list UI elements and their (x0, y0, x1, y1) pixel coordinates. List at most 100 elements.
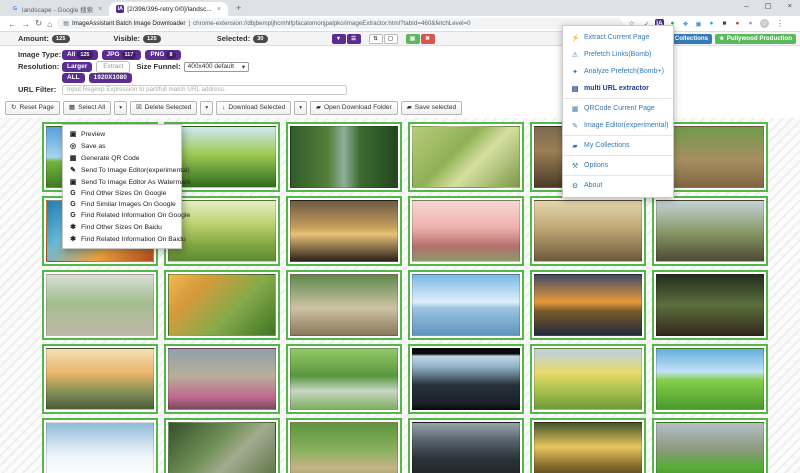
select-all-button-caret[interactable]: ▾ (114, 101, 127, 115)
thumb-golden-pond-sunset[interactable] (530, 418, 646, 473)
profile-avatar[interactable]: ☺ (760, 19, 769, 28)
thumb-rolling-green-hills-image (168, 200, 276, 262)
size-funnel-select[interactable]: 400x400 default ▾ (184, 62, 250, 72)
select-all-button[interactable]: ▦Select All (63, 101, 111, 115)
thumb-snowy-peaks[interactable] (42, 418, 158, 473)
context-menu-item-send-as-watermark[interactable]: ▣Send To Image Editor As Watermark (63, 176, 181, 188)
close-window-button[interactable]: × (788, 1, 792, 10)
forward-icon[interactable]: → (22, 19, 31, 29)
context-menu-item-find-similar-images-google[interactable]: GFind Similar Images On Google (63, 199, 181, 210)
thumb-pink-mountain[interactable] (408, 196, 524, 266)
browser-tab-2[interactable]: IA[2/396/396-retry:0/0]/landsc...× (109, 2, 228, 16)
image-type-jpg-button[interactable]: JPG117 (102, 50, 142, 60)
extract-button[interactable]: Extract (96, 61, 130, 73)
thumb-eucalyptus-grove[interactable] (652, 196, 768, 266)
thumb-aerial-farmland[interactable] (408, 122, 524, 192)
menu-item-qrcode-current-page[interactable]: ▦QRCode Current Page (563, 100, 673, 117)
new-tab-button[interactable]: + (236, 3, 241, 13)
ext-blue-shapes-icon[interactable]: ❖ (681, 19, 690, 28)
resolution-all-button[interactable]: ALL (62, 73, 85, 83)
my-collections-icon: ▰ (571, 142, 579, 150)
delete-selected-button[interactable]: ☒Delete Selected (130, 101, 197, 115)
download-selected-button[interactable]: ↓Download Selected (216, 101, 291, 115)
ext-dark-icon[interactable]: ■ (720, 19, 729, 28)
ext-bird-icon[interactable]: ● (707, 19, 716, 28)
show-images-button[interactable]: ▣ (406, 34, 420, 44)
thumb-mountain-lake-mirror[interactable] (408, 270, 524, 340)
image-type-all-button[interactable]: All125 (62, 50, 98, 60)
sort-toggle-icon[interactable]: ⇅ (369, 34, 383, 44)
thumb-shrub-lined-path[interactable] (286, 418, 402, 473)
thumb-night-pergola-garden[interactable] (652, 270, 768, 340)
menu-item-about[interactable]: ⚙About (563, 177, 673, 194)
thumb-rope-bridge-sunrise[interactable] (42, 344, 158, 414)
context-menu-item-send-to-image-editor[interactable]: ✎Send To Image Editor(experimental) (63, 164, 181, 176)
tab-close-icon[interactable]: × (217, 6, 221, 13)
image-type-png-button[interactable]: PNG8 (145, 50, 180, 60)
reset-page-button[interactable]: ↻Reset Page (5, 101, 60, 115)
context-menu-item-generate-qr-code[interactable]: ▦Generate QR Code (63, 152, 181, 164)
larger-button[interactable]: Larger (62, 62, 92, 72)
thumb-stone-stairs-garden[interactable] (286, 270, 402, 340)
thumb-wildflower-stream[interactable] (164, 344, 280, 414)
thumb-sunset-lake-silhouette[interactable] (286, 196, 402, 266)
ext-photo-icon[interactable]: ▣ (694, 19, 703, 28)
maximize-button[interactable]: ▢ (765, 1, 772, 10)
close-panel-button[interactable]: ✖ (421, 34, 435, 44)
menu-item-extract-current-page[interactable]: ⚡Extract Current Page (563, 29, 673, 46)
page-url: chrome-extension://dbjbempljhcmhlfpfacal… (193, 20, 471, 27)
thumb-dusk-lake-reflection[interactable] (530, 270, 646, 340)
thumb-front-yard-lawn[interactable] (652, 418, 768, 473)
menu-item-options[interactable]: ⚒Options (563, 157, 673, 174)
reset-page-button-icon: ↻ (11, 104, 16, 112)
menu-item-multi-url-extractor[interactable]: ▤multi URL extractor (563, 80, 673, 97)
context-menu-item-find-other-sizes-google[interactable]: GFind Other Sizes On Google (63, 188, 181, 199)
thumb-dark-mountain-ridge[interactable] (408, 344, 524, 414)
ext-red-dot-icon[interactable]: ● (733, 19, 742, 28)
menu-item-image-editor[interactable]: ✎Image Editor(experimental) (563, 117, 673, 134)
visible-label: Visible: (114, 34, 141, 43)
open-download-folder-button[interactable]: ▰Open Download Folder (310, 101, 398, 115)
thumb-wildflower-stream-image (168, 348, 276, 410)
resolution-1920x1080-button[interactable]: 1920X1080 (89, 73, 132, 83)
type-count-badge: 117 (122, 51, 137, 59)
context-menu-item-preview[interactable]: ▣Preview (63, 128, 181, 140)
context-menu-item-find-related-info-google[interactable]: GFind Related Information On Google (63, 210, 181, 221)
menu-item-my-collections[interactable]: ▰My Collections (563, 137, 673, 154)
thumb-golden-meadow-hills[interactable] (530, 344, 646, 414)
filter-icon[interactable]: ▼ (332, 34, 346, 44)
context-menu-item-find-other-sizes-baidu[interactable]: ✱Find Other Sizes On Baidu (63, 221, 181, 233)
selected-label: Selected: (217, 34, 250, 43)
delete-selected-button-caret[interactable]: ▾ (200, 101, 213, 115)
browser-tab-1[interactable]: Glandscape - Google 搜索× (4, 2, 109, 16)
context-menu-item-find-related-info-baidu[interactable]: ✱Find Related Information On Baidu (63, 233, 181, 245)
save-selected-button[interactable]: ▰Save selected (401, 101, 462, 115)
omnibox[interactable]: ▤ ImageAssistant Batch Image Downloader … (57, 18, 623, 29)
thumb-aerial-courtyard-garden-image (168, 422, 276, 473)
thumb-forest-flagstone-path[interactable] (286, 344, 402, 414)
thumb-sunrise-garden-path[interactable] (164, 270, 280, 340)
menu-item-analyze-prefetch[interactable]: ✦Analyze Prefetch(Bomb+) (563, 63, 673, 80)
back-icon[interactable]: ← (8, 19, 17, 29)
find-other-sizes-baidu-icon: ✱ (69, 223, 77, 231)
minimize-button[interactable]: – (744, 1, 748, 10)
menu-item-label: QRCode Current Page (584, 105, 655, 112)
context-menu-item-save-as[interactable]: ◎Save as (63, 140, 181, 152)
reload-icon[interactable]: ↻ (35, 18, 42, 29)
list-view-icon[interactable]: ☰ (347, 34, 361, 44)
thumb-green-pasture-blue-sky[interactable] (652, 344, 768, 414)
thumb-canyon-waterfall[interactable] (408, 418, 524, 473)
tab-close-icon[interactable]: × (98, 6, 102, 13)
thumb-misty-valley-sunrise[interactable] (530, 196, 646, 266)
thumb-forest-stream[interactable] (286, 122, 402, 192)
home-icon[interactable]: ⌂ (47, 19, 52, 29)
ext-gray-dot-icon[interactable]: ● (746, 19, 755, 28)
download-selected-button-caret[interactable]: ▾ (294, 101, 307, 115)
browser-menu-icon[interactable]: ⋮ (776, 19, 784, 28)
menu-item-prefetch-links[interactable]: ⚠Prefetch Links(Bomb) (563, 46, 673, 63)
url-filter-input[interactable] (62, 85, 347, 95)
thumb-flooded-meadow[interactable] (42, 270, 158, 340)
thumb-aerial-courtyard-garden[interactable] (164, 418, 280, 473)
frame-toggle-icon[interactable]: ▢ (384, 34, 398, 44)
pullywood-production-button[interactable]: ★ Pullywood Production (715, 34, 796, 44)
